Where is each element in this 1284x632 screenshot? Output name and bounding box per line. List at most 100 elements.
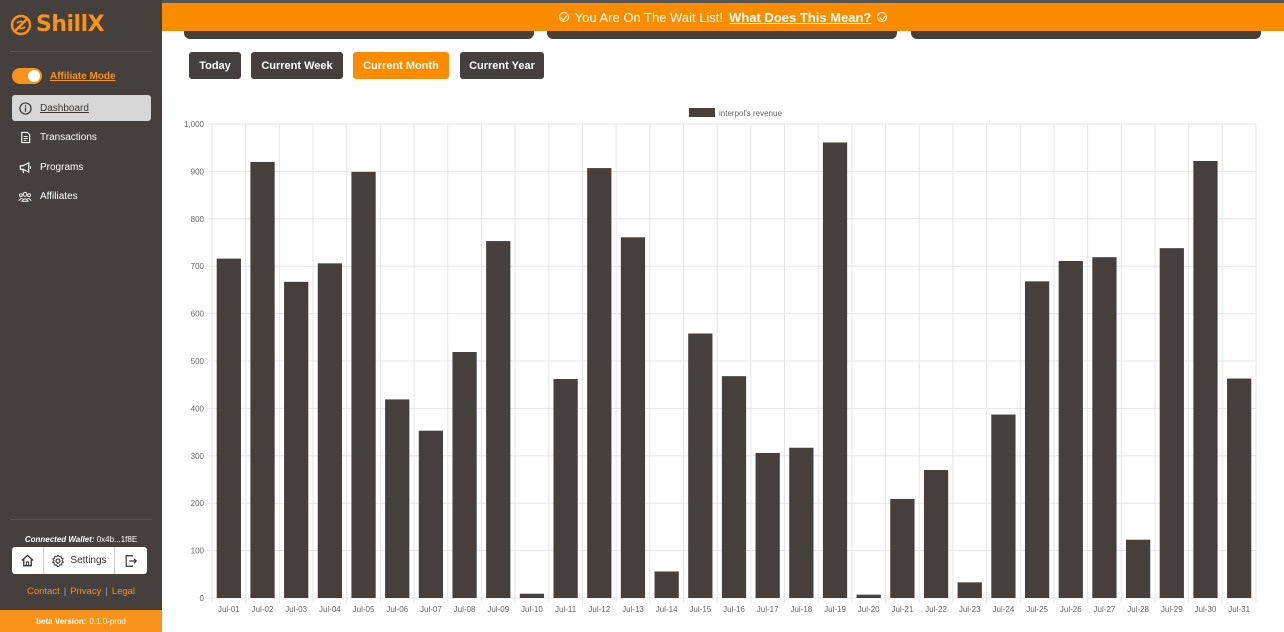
bar (620, 237, 646, 598)
divider (10, 51, 152, 52)
x-tick-label: Jul-30 (1195, 605, 1217, 614)
bar (1024, 281, 1050, 598)
x-tick-label: Jul-20 (858, 605, 880, 614)
x-tick-label: Jul-05 (353, 605, 375, 614)
bar (991, 414, 1016, 598)
home-icon (21, 554, 34, 567)
bar (317, 263, 342, 598)
wallet-address: 0x4b...1f8E (96, 535, 138, 544)
stat-card (911, 31, 1261, 39)
version-bar: beta Version: 0.1.0-prod (0, 610, 162, 632)
y-tick-label: 600 (191, 310, 205, 319)
bar (890, 498, 915, 598)
tab-today[interactable]: Today (189, 52, 241, 79)
bar (519, 593, 545, 598)
shillx-logo-icon (10, 14, 32, 35)
x-tick-label: Jul-11 (555, 605, 577, 614)
legend-swatch (689, 108, 715, 117)
brand-name: ShillX (36, 12, 105, 37)
x-tick-label: Jul-08 (454, 605, 476, 614)
link-separator: | (63, 586, 67, 597)
y-tick-label: 400 (191, 404, 205, 413)
bar (688, 333, 713, 598)
app-root: ShillX Affiliate Mode Dashboard Transact… (0, 0, 1284, 632)
privacy-link[interactable]: Privacy (70, 586, 101, 597)
y-tick-label: 900 (191, 167, 205, 176)
sidebar-item-label: Dashboard (40, 102, 89, 114)
settings-label: Settings (70, 555, 107, 566)
bar (1058, 260, 1083, 598)
x-tick-label: Jul-16 (723, 605, 745, 614)
revenue-chart: 0 100 200 300 400 500 600 700 800 900 1,000 Jul-01 J… (184, 108, 1257, 614)
bar (486, 241, 511, 598)
x-tick-label: Jul-14 (656, 605, 678, 614)
connected-wallet: Connected Wallet: 0x4b...1f8E (0, 535, 162, 544)
x-tick-label: Jul-12 (588, 605, 610, 614)
tab-current-week[interactable]: Current Week (251, 52, 343, 79)
contact-link[interactable]: Contact (27, 586, 60, 597)
bar (1227, 378, 1252, 598)
bar (789, 447, 814, 598)
x-tick-label: Jul-21 (891, 605, 913, 614)
x-tick-label: Jul-09 (487, 605, 509, 614)
x-tick-label: Jul-17 (757, 605, 779, 614)
tab-current-year[interactable]: Current Year (460, 52, 544, 79)
bar (1193, 160, 1218, 599)
x-tick-label: Jul-25 (1026, 605, 1048, 614)
x-tick-label: Jul-23 (959, 605, 981, 614)
settings-button[interactable]: Settings (44, 547, 115, 574)
home-button[interactable] (12, 547, 44, 574)
waitlist-banner: You Are On The Wait List! What Does This… (162, 0, 1284, 31)
gear-icon (52, 553, 65, 567)
bar (1126, 539, 1151, 598)
sidebar-item-label: Transactions (40, 132, 97, 143)
sidebar-item-affiliates[interactable]: Affiliates (12, 184, 151, 210)
x-tick-label: Jul-27 (1094, 605, 1116, 614)
bar (1092, 257, 1117, 598)
bar (418, 430, 444, 598)
divider (10, 519, 152, 520)
x-tick-label: Jul-01 (218, 605, 240, 614)
x-tick-label: Jul-07 (420, 605, 442, 614)
sidebar-item-transactions[interactable]: Transactions (12, 125, 151, 151)
affiliate-mode-label[interactable]: Affiliate Mode (50, 71, 116, 82)
bar (385, 399, 410, 598)
x-tick-label: Jul-02 (252, 605, 274, 614)
stat-card (184, 31, 534, 39)
bar (721, 376, 747, 598)
footer-links: Contact | Privacy | Legal (0, 586, 162, 597)
sidebar-item-label: Programs (40, 161, 84, 173)
toggle-knob (28, 70, 40, 82)
x-tick-label: Jul-22 (925, 605, 947, 614)
check-circle-icon (877, 12, 888, 22)
x-tick-label: Jul-06 (386, 605, 408, 614)
bar (957, 582, 982, 598)
sidebar-item-programs[interactable]: Programs (12, 154, 151, 180)
bar (351, 171, 376, 598)
brand-logo[interactable]: ShillX (10, 12, 105, 37)
logout-button[interactable] (115, 547, 147, 574)
bar (654, 571, 679, 598)
y-tick-label: 300 (191, 452, 205, 461)
bar (587, 168, 612, 598)
y-tick-label: 500 (191, 357, 205, 366)
wallet-label: Connected Wallet: (24, 535, 95, 544)
account-action-bar: Settings (12, 547, 147, 574)
x-tick-label: Jul-28 (1127, 605, 1149, 614)
affiliate-mode-toggle[interactable] (12, 68, 42, 84)
waitlist-info-link[interactable]: What Does This Mean? (729, 10, 871, 25)
logout-icon (125, 554, 138, 567)
legal-link[interactable]: Legal (112, 586, 135, 597)
tab-current-month[interactable]: Current Month (353, 52, 449, 79)
bar (755, 452, 780, 598)
sidebar-item-dashboard[interactable]: Dashboard (12, 95, 151, 121)
x-tick-label: Jul-19 (824, 605, 846, 614)
y-tick-label: 800 (191, 215, 205, 224)
bar (923, 470, 949, 598)
x-tick-label: Jul-24 (993, 605, 1015, 614)
bar (250, 161, 275, 599)
affiliate-mode-row: Affiliate Mode (12, 68, 116, 84)
y-tick-label: 0 (200, 594, 205, 603)
users-icon (18, 190, 32, 204)
y-tick-label: 200 (191, 499, 205, 508)
